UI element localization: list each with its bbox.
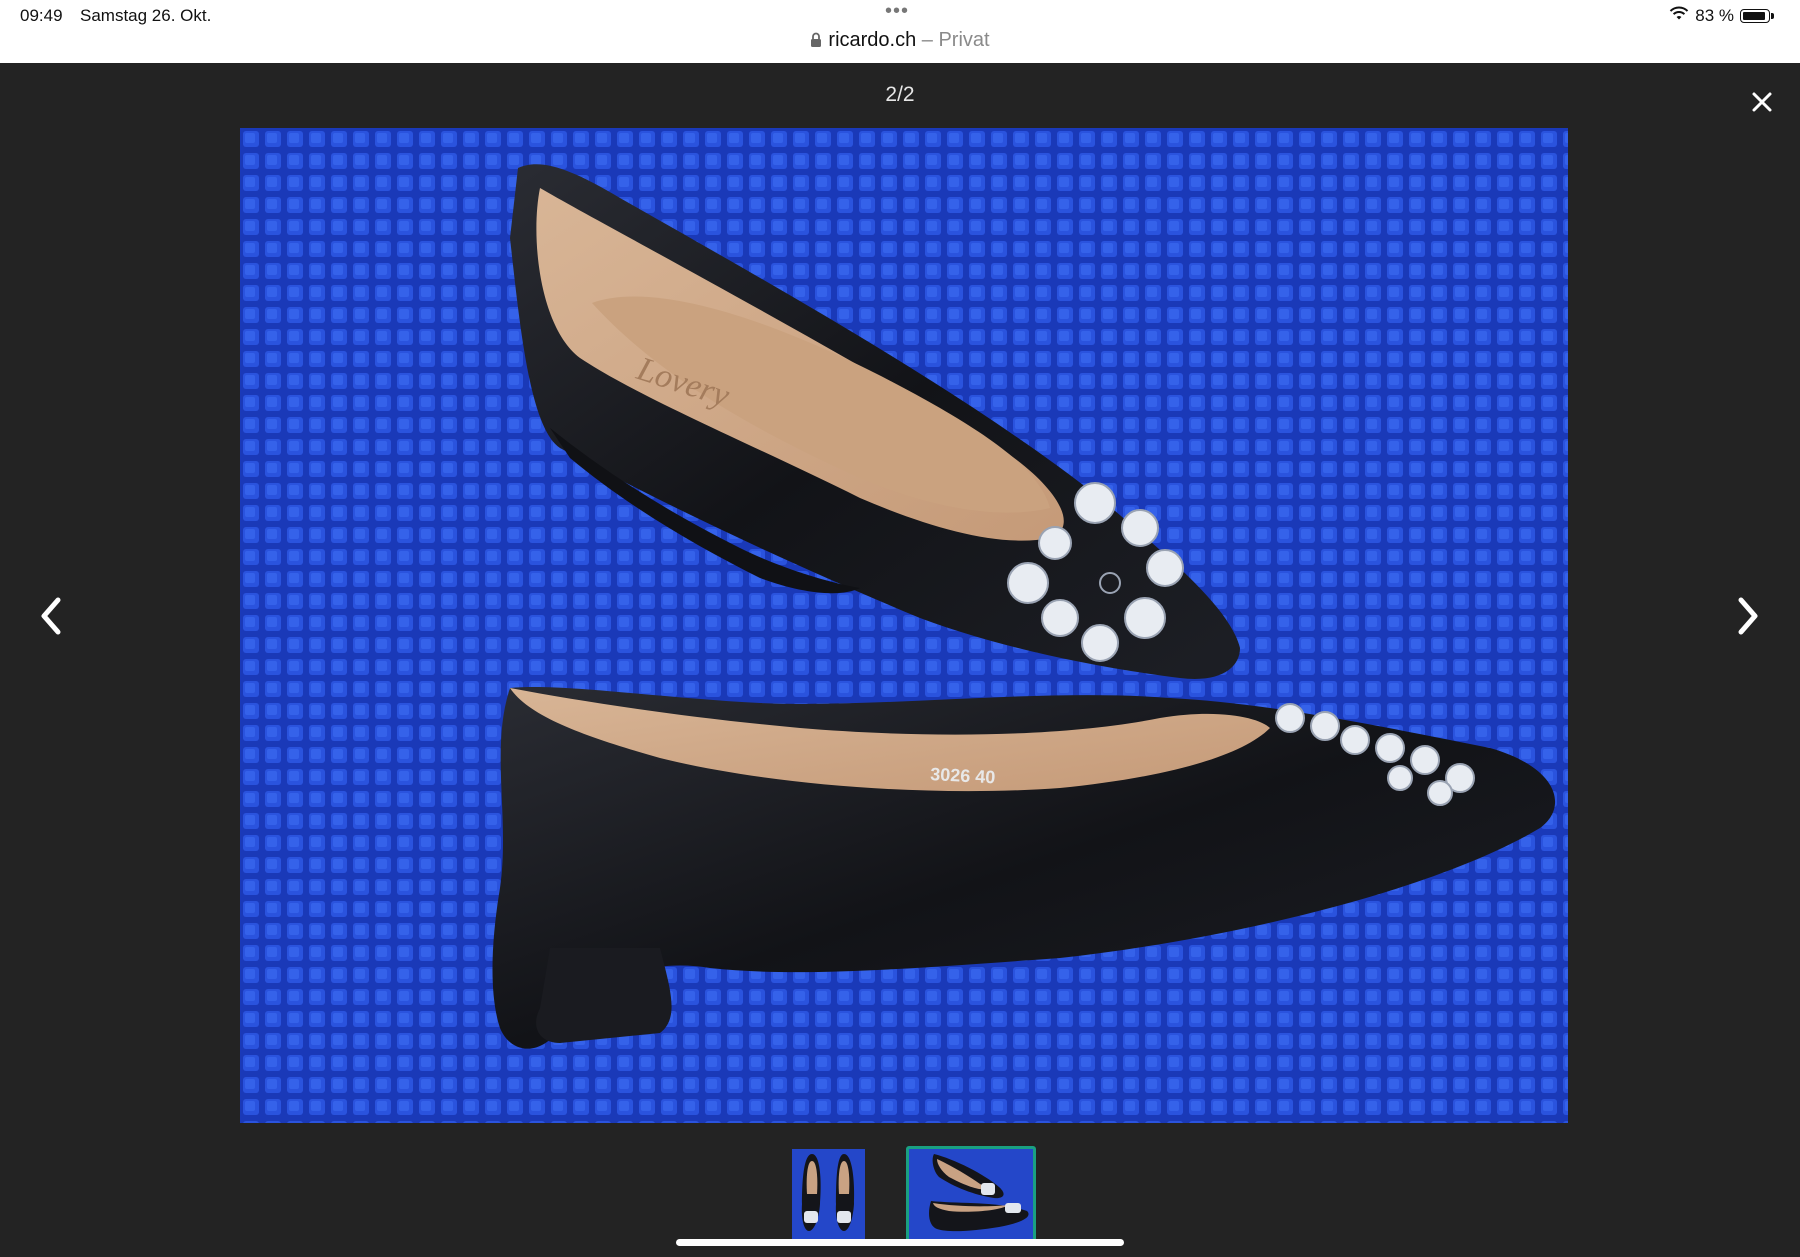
wifi-icon xyxy=(1669,6,1689,26)
image-counter: 2/2 xyxy=(885,83,915,106)
url-text: ricardo.ch xyxy=(828,29,917,51)
status-time: 09:49 xyxy=(20,6,63,25)
image-viewer: 2/2 Lovery 3026 40 xyxy=(0,63,1800,1257)
status-bar: 09:49 Samstag 26. Okt. ••• ricardo.ch – … xyxy=(0,0,1800,63)
chevron-right-icon xyxy=(1738,597,1758,635)
close-icon xyxy=(1752,92,1772,112)
thumbnail-1[interactable] xyxy=(792,1149,865,1239)
battery-icon xyxy=(1740,9,1774,23)
battery-percent: 83 % xyxy=(1695,6,1734,25)
chevron-left-icon xyxy=(41,597,61,635)
status-right: 83 % xyxy=(1669,6,1774,26)
multitasking-dots-icon[interactable]: ••• xyxy=(885,0,909,23)
url-separator: – xyxy=(916,29,939,51)
address-bar[interactable]: ricardo.ch – Privat xyxy=(0,29,1800,54)
lock-icon xyxy=(810,31,822,54)
previous-image-button[interactable] xyxy=(32,591,72,641)
status-date: Samstag 26. Okt. xyxy=(80,6,212,25)
product-photo: Lovery 3026 40 xyxy=(240,128,1568,1123)
home-indicator[interactable] xyxy=(676,1239,1124,1246)
size-label-text: 3026 40 xyxy=(930,764,996,787)
next-image-button[interactable] xyxy=(1727,591,1767,641)
thumbnail-strip xyxy=(0,1143,1800,1243)
private-mode-label: Privat xyxy=(938,29,990,51)
close-button[interactable] xyxy=(1745,85,1779,119)
thumbnail-2[interactable] xyxy=(906,1146,1036,1242)
